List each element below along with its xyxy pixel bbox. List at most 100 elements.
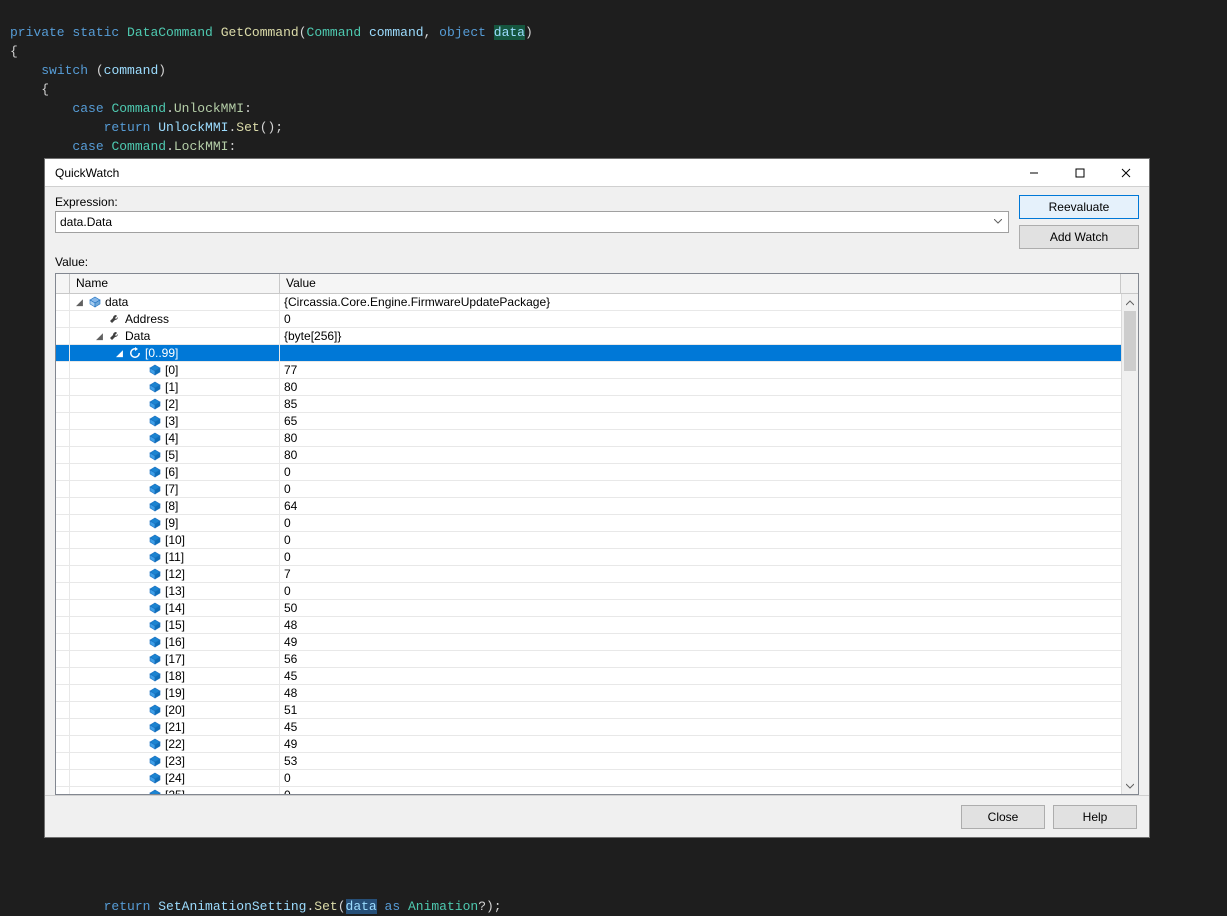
tree-row[interactable]: [25] 0: [56, 787, 1121, 794]
tree-row[interactable]: [9] 0: [56, 515, 1121, 532]
tree-node-name: [1]: [165, 380, 178, 394]
tree-node-value: 0: [280, 516, 1121, 530]
tree-node-value: 0: [280, 771, 1121, 785]
field-icon: [148, 754, 162, 768]
field-icon: [148, 703, 162, 717]
scrollbar-thumb[interactable]: [1124, 311, 1136, 371]
tree-row[interactable]: [5] 80: [56, 447, 1121, 464]
field-icon: [148, 482, 162, 496]
field-icon: [148, 567, 162, 581]
column-header-value[interactable]: Value: [280, 274, 1121, 293]
grid-header: Name Value: [56, 274, 1138, 294]
tree-row[interactable]: [8] 64: [56, 498, 1121, 515]
tree-node-value: 53: [280, 754, 1121, 768]
scroll-down-icon[interactable]: [1122, 777, 1138, 794]
tree-row[interactable]: ◢ data {Circassia.Core.Engine.FirmwareUp…: [56, 294, 1121, 311]
tree-node-value: {Circassia.Core.Engine.FirmwareUpdatePac…: [280, 295, 1121, 309]
tree-row[interactable]: Address 0: [56, 311, 1121, 328]
close-button[interactable]: [1103, 159, 1149, 187]
tree-row[interactable]: [3] 65: [56, 413, 1121, 430]
tree-row[interactable]: [2] 85: [56, 396, 1121, 413]
tree-node-name: Data: [125, 329, 150, 343]
maximize-button[interactable]: [1057, 159, 1103, 187]
tree-row[interactable]: [10] 0: [56, 532, 1121, 549]
tree-node-name: [9]: [165, 516, 178, 530]
tree-node-name: [6]: [165, 465, 178, 479]
tree-node-name: [13]: [165, 584, 185, 598]
field-icon: [148, 635, 162, 649]
field-icon: [148, 397, 162, 411]
expander-open-icon[interactable]: ◢: [94, 331, 105, 342]
field-icon: [148, 465, 162, 479]
tree-node-value: 49: [280, 737, 1121, 751]
tree-node-value: 0: [280, 482, 1121, 496]
tree-row[interactable]: [18] 45: [56, 668, 1121, 685]
tree-row[interactable]: [15] 48: [56, 617, 1121, 634]
add-watch-button[interactable]: Add Watch: [1019, 225, 1139, 249]
tree-node-value: 51: [280, 703, 1121, 717]
field-icon: [148, 448, 162, 462]
tree-row[interactable]: [0] 77: [56, 362, 1121, 379]
tree-row[interactable]: [19] 48: [56, 685, 1121, 702]
expander-open-icon[interactable]: ◢: [74, 297, 85, 308]
column-header-name[interactable]: Name: [70, 274, 280, 293]
tree-node-value: 0: [280, 533, 1121, 547]
tree-row[interactable]: [14] 50: [56, 600, 1121, 617]
minimize-button[interactable]: [1011, 159, 1057, 187]
wrench-icon: [108, 312, 122, 326]
minimize-icon: [1029, 168, 1039, 178]
tree-row[interactable]: [24] 0: [56, 770, 1121, 787]
field-icon: [148, 431, 162, 445]
tree-row[interactable]: [7] 0: [56, 481, 1121, 498]
tree-row[interactable]: [6] 0: [56, 464, 1121, 481]
expression-input[interactable]: [55, 211, 1009, 233]
tree-row[interactable]: [16] 49: [56, 634, 1121, 651]
reevaluate-button[interactable]: Reevaluate: [1019, 195, 1139, 219]
tree-node-name: [22]: [165, 737, 185, 751]
tree-node-value: 0: [280, 465, 1121, 479]
vertical-scrollbar[interactable]: [1121, 294, 1138, 794]
tree-node-name: [5]: [165, 448, 178, 462]
tree-node-name: [8]: [165, 499, 178, 513]
dialog-bottombar: Close Help: [45, 795, 1149, 837]
tree-row[interactable]: ◢ Data {byte[256]}: [56, 328, 1121, 345]
tree-node-value: 56: [280, 652, 1121, 666]
window-title: QuickWatch: [55, 166, 119, 180]
tree-node-name: [0..99]: [145, 346, 178, 360]
tree-row[interactable]: [1] 80: [56, 379, 1121, 396]
tree-node-name: [14]: [165, 601, 185, 615]
tree-row[interactable]: [21] 45: [56, 719, 1121, 736]
field-icon: [148, 380, 162, 394]
tree-node-name: data: [105, 295, 128, 309]
tree-row[interactable]: [4] 80: [56, 430, 1121, 447]
expander-open-icon[interactable]: ◢: [114, 348, 125, 359]
field-icon: [148, 533, 162, 547]
tree-node-name: [7]: [165, 482, 178, 496]
close-dialog-button[interactable]: Close: [961, 805, 1045, 829]
scroll-up-icon[interactable]: [1122, 294, 1138, 311]
tree-node-value: 0: [280, 312, 1121, 326]
help-button[interactable]: Help: [1053, 805, 1137, 829]
tree-node-name: [16]: [165, 635, 185, 649]
field-icon: [148, 720, 162, 734]
tree-row[interactable]: ◢ [0..99]: [56, 345, 1121, 362]
tree-node-value: 0: [280, 550, 1121, 564]
tree-row[interactable]: [11] 0: [56, 549, 1121, 566]
tree-row[interactable]: [20] 51: [56, 702, 1121, 719]
maximize-icon: [1075, 168, 1085, 178]
tree-node-name: [4]: [165, 431, 178, 445]
tree-node-value: 45: [280, 669, 1121, 683]
tree-row[interactable]: [17] 56: [56, 651, 1121, 668]
tree-row[interactable]: [22] 49: [56, 736, 1121, 753]
value-label: Value:: [55, 255, 1139, 269]
tree-node-value: 45: [280, 720, 1121, 734]
field-icon: [148, 584, 162, 598]
tree-row[interactable]: [13] 0: [56, 583, 1121, 600]
tree-node-value: 64: [280, 499, 1121, 513]
tree-row[interactable]: [23] 53: [56, 753, 1121, 770]
tree-node-value: 7: [280, 567, 1121, 581]
tree-row[interactable]: [12] 7: [56, 566, 1121, 583]
tree-node-name: [15]: [165, 618, 185, 632]
titlebar[interactable]: QuickWatch: [45, 159, 1149, 187]
field-icon: [148, 652, 162, 666]
